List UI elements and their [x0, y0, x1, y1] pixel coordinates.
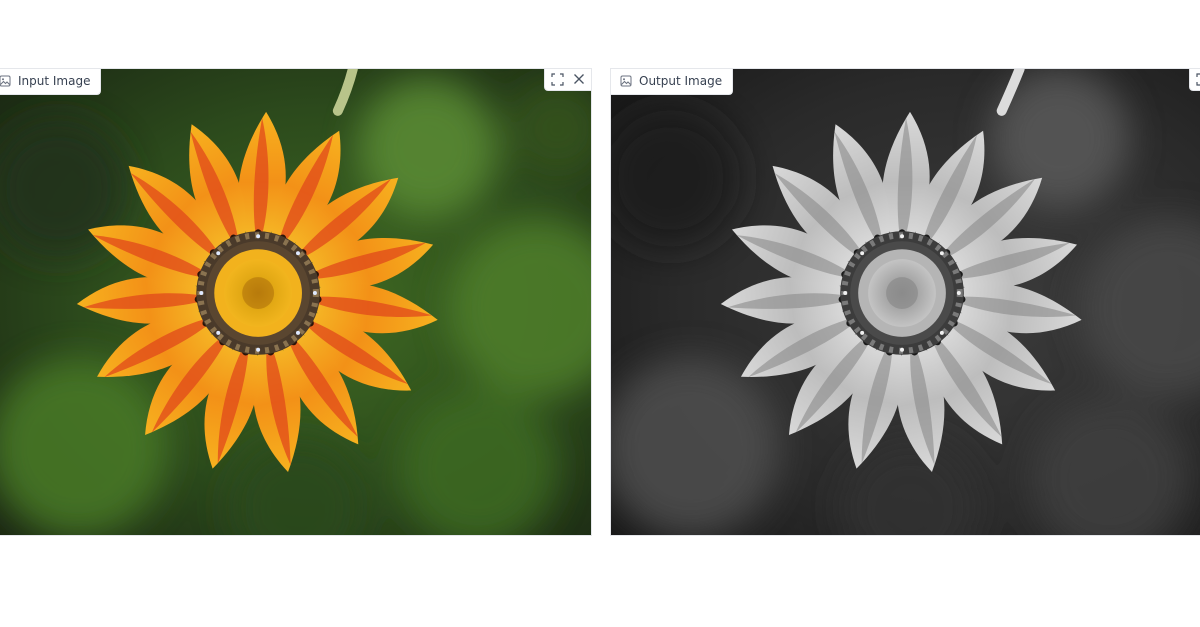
output-image [611, 69, 1200, 535]
output-image-panel[interactable]: Output Image [610, 68, 1200, 536]
input-image-toolbar [544, 69, 591, 91]
image-icon [0, 75, 11, 87]
output-image-toolbar [1189, 69, 1200, 91]
output-image-label-text: Output Image [639, 74, 723, 88]
image-icon [620, 75, 632, 87]
output-image-label: Output Image [611, 69, 734, 95]
fullscreen-icon[interactable] [548, 70, 567, 89]
input-image-label-text: Input Image [18, 74, 91, 88]
input-image-label: Input Image [0, 69, 102, 95]
fullscreen-icon[interactable] [1193, 70, 1200, 89]
input-image [0, 69, 591, 535]
close-icon[interactable] [569, 70, 588, 89]
input-image-panel[interactable]: Input Image [0, 68, 592, 536]
